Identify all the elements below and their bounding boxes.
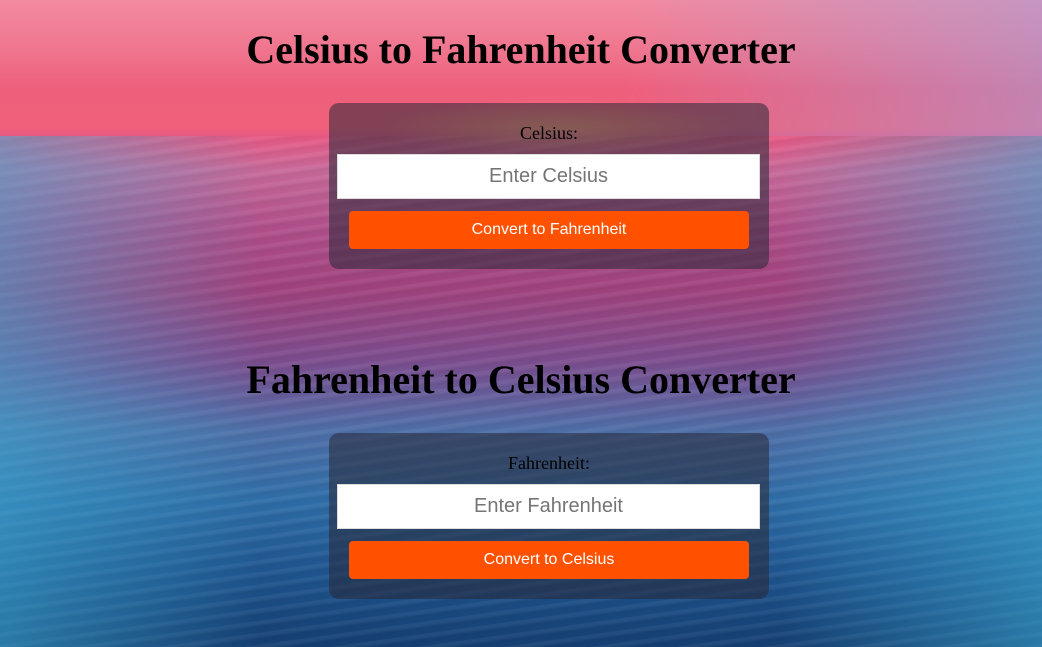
celsius-converter-heading: Celsius to Fahrenheit Converter	[246, 27, 796, 72]
fahrenheit-converter-heading: Fahrenheit to Celsius Converter	[246, 357, 796, 402]
fahrenheit-converter-card: Fahrenheit: Convert to Celsius	[329, 433, 769, 599]
fahrenheit-converter-section: Fahrenheit to Celsius Converter	[0, 356, 1042, 404]
celsius-input[interactable]	[337, 154, 760, 199]
celsius-converter-card: Celsius: Convert to Fahrenheit	[329, 103, 769, 269]
fahrenheit-input[interactable]	[337, 484, 760, 529]
fahrenheit-label: Fahrenheit:	[508, 453, 590, 473]
convert-to-fahrenheit-button[interactable]: Convert to Fahrenheit	[349, 211, 749, 249]
celsius-converter-section: Celsius to Fahrenheit Converter	[0, 26, 1042, 74]
convert-to-celsius-button[interactable]: Convert to Celsius	[349, 541, 749, 579]
celsius-label: Celsius:	[519, 123, 578, 143]
